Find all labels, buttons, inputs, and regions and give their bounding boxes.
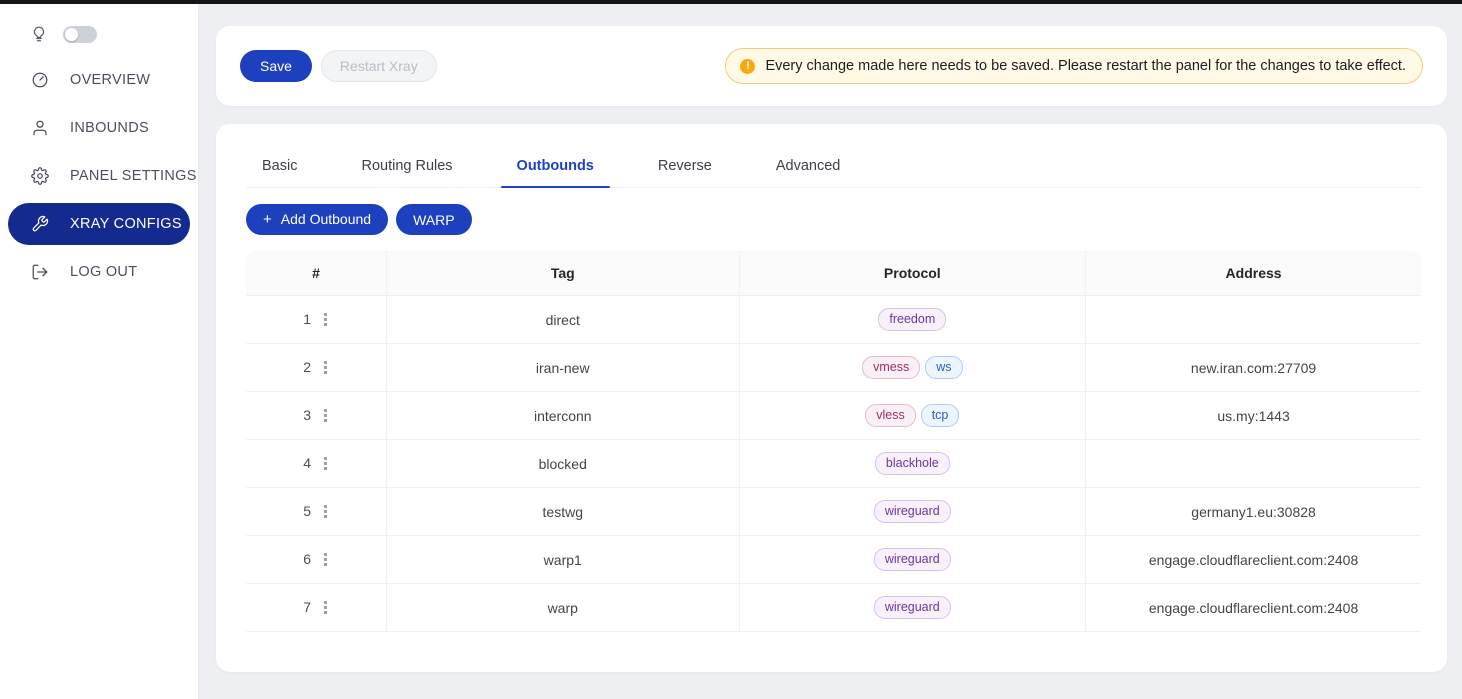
protocol-badge: vless	[865, 404, 915, 428]
sidebar: OVERVIEW INBOUNDS PANEL SETTINGS XRAY CO…	[0, 0, 199, 699]
protocol-cell-inner: wireguard	[748, 500, 1078, 524]
drag-handle-icon[interactable]	[322, 550, 329, 569]
table-row: 7 warp wireguard engage.cloudflareclient…	[246, 584, 1421, 632]
dashboard-icon	[31, 71, 49, 89]
protocol-badge: tcp	[921, 404, 960, 428]
config-tabs: Basic Routing Rules Outbounds Reverse Ad…	[246, 148, 1421, 188]
row-number: 4	[303, 455, 311, 471]
sidebar-item-inbounds[interactable]: INBOUNDS	[0, 104, 198, 152]
drag-handle-icon[interactable]	[322, 358, 329, 377]
theme-toggle-row	[0, 12, 198, 56]
table-row: 6 warp1 wireguard engage.cloudflareclien…	[246, 536, 1421, 584]
alert-text: Every change made here needs to be saved…	[765, 58, 1406, 74]
protocol-badge: freedom	[878, 308, 946, 332]
row-number: 2	[303, 359, 311, 375]
plus-icon: +	[263, 211, 272, 228]
protocol-cell-inner: wireguard	[748, 548, 1078, 572]
drag-handle-icon[interactable]	[322, 454, 329, 473]
tab-outbounds[interactable]: Outbounds	[501, 148, 610, 187]
sidebar-item-label: LOG OUT	[70, 264, 137, 280]
outbound-tag: iran-new	[387, 344, 740, 392]
dark-mode-switch[interactable]	[63, 26, 97, 43]
sidebar-item-log-out[interactable]: LOG OUT	[0, 248, 198, 296]
row-number: 3	[303, 407, 311, 423]
outbound-address	[1086, 296, 1421, 344]
outbound-address: us.my:1443	[1086, 392, 1421, 440]
protocol-badge: vmess	[862, 356, 920, 380]
outbound-address: engage.cloudflareclient.com:2408	[1086, 536, 1421, 584]
user-icon	[31, 119, 49, 137]
table-row: 3 interconn vlesstcp us.my:1443	[246, 392, 1421, 440]
outbound-tag: warp	[387, 584, 740, 632]
drag-handle-icon[interactable]	[322, 310, 329, 329]
sidebar-item-label: XRAY CONFIGS	[70, 216, 182, 232]
outbound-tag: interconn	[387, 392, 740, 440]
gear-icon	[31, 167, 49, 185]
warp-button[interactable]: WARP	[396, 204, 471, 235]
table-row: 2 iran-new vmessws new.iran.com:27709	[246, 344, 1421, 392]
outbound-tag: testwg	[387, 488, 740, 536]
column-header-protocol: Protocol	[740, 251, 1087, 296]
outbound-address: engage.cloudflareclient.com:2408	[1086, 584, 1421, 632]
sidebar-item-label: OVERVIEW	[70, 72, 150, 88]
protocol-badge: blackhole	[875, 452, 950, 476]
outbound-address: germany1.eu:30828	[1086, 488, 1421, 536]
row-number: 5	[303, 503, 311, 519]
tab-advanced[interactable]: Advanced	[760, 148, 857, 187]
column-header-number: #	[246, 251, 387, 296]
protocol-cell-inner: wireguard	[748, 596, 1078, 620]
add-outbound-label: Add Outbound	[281, 211, 371, 227]
sidebar-item-label: PANEL SETTINGS	[70, 168, 197, 184]
protocol-badge: wireguard	[874, 500, 951, 524]
protocol-cell-inner: vlesstcp	[748, 404, 1078, 428]
switch-knob	[65, 28, 78, 41]
window-top-strip	[0, 0, 1462, 4]
wrench-icon	[31, 215, 49, 233]
row-number: 6	[303, 551, 311, 567]
column-header-address: Address	[1086, 251, 1421, 296]
add-outbound-button[interactable]: + Add Outbound	[246, 204, 388, 235]
column-header-tag: Tag	[387, 251, 740, 296]
toolbar-buttons: Save Restart Xray	[240, 50, 437, 82]
lightbulb-icon	[30, 25, 48, 43]
toolbar-card: Save Restart Xray ! Every change made he…	[216, 26, 1447, 106]
outbounds-table-body: 1 direct freedom 2 iran-new vmessws	[246, 296, 1421, 632]
protocol-badge: ws	[925, 356, 962, 380]
outbounds-table: # Tag Protocol Address 1 direct freedom	[246, 251, 1421, 632]
logout-icon	[31, 263, 49, 281]
table-row: 1 direct freedom	[246, 296, 1421, 344]
sidebar-item-label: INBOUNDS	[70, 120, 149, 136]
drag-handle-icon[interactable]	[322, 406, 329, 425]
xray-config-card: Basic Routing Rules Outbounds Reverse Ad…	[216, 124, 1447, 672]
tab-routing-rules[interactable]: Routing Rules	[345, 148, 468, 187]
outbound-address	[1086, 440, 1421, 488]
protocol-cell-inner: freedom	[748, 308, 1078, 332]
drag-handle-icon[interactable]	[322, 502, 329, 521]
outbound-address: new.iran.com:27709	[1086, 344, 1421, 392]
protocol-badge: wireguard	[874, 548, 951, 572]
save-button[interactable]: Save	[240, 50, 312, 82]
tab-reverse[interactable]: Reverse	[642, 148, 728, 187]
table-row: 5 testwg wireguard germany1.eu:30828	[246, 488, 1421, 536]
outbound-tag: direct	[387, 296, 740, 344]
restart-xray-button[interactable]: Restart Xray	[321, 50, 437, 82]
main-content: Save Restart Xray ! Every change made he…	[199, 0, 1462, 699]
outbound-tag: warp1	[387, 536, 740, 584]
outbound-tag: blocked	[387, 440, 740, 488]
row-number: 1	[303, 311, 311, 327]
protocol-badge: wireguard	[874, 596, 951, 620]
outbound-actions: + Add Outbound WARP	[246, 204, 1421, 235]
table-header-row: # Tag Protocol Address	[246, 251, 1421, 296]
protocol-cell-inner: vmessws	[748, 356, 1078, 380]
drag-handle-icon[interactable]	[322, 598, 329, 617]
warning-icon: !	[740, 59, 755, 74]
save-warning-alert: ! Every change made here needs to be sav…	[725, 48, 1423, 84]
row-number: 7	[303, 599, 311, 615]
sidebar-item-xray-configs[interactable]: XRAY CONFIGS	[8, 203, 190, 245]
protocol-cell-inner: blackhole	[748, 452, 1078, 476]
tab-basic[interactable]: Basic	[246, 148, 313, 187]
table-row: 4 blocked blackhole	[246, 440, 1421, 488]
sidebar-item-panel-settings[interactable]: PANEL SETTINGS	[0, 152, 198, 200]
sidebar-item-overview[interactable]: OVERVIEW	[0, 56, 198, 104]
